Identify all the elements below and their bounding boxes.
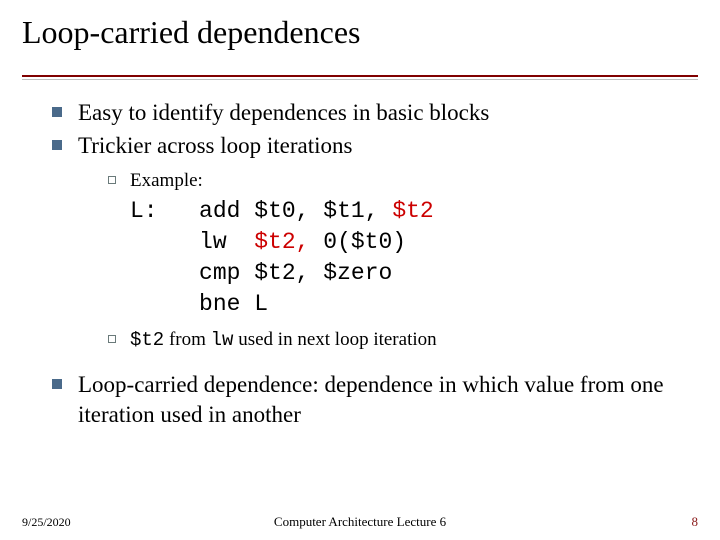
- footer-title: Computer Architecture Lecture 6: [22, 514, 698, 530]
- code-op: lw: [199, 229, 227, 255]
- sub-bullet-icon: [108, 176, 116, 184]
- title-rule: [22, 75, 698, 77]
- bullet-icon: [52, 379, 62, 389]
- code-arg: $t2,: [254, 260, 309, 286]
- bullet-text: Easy to identify dependences in basic bl…: [78, 98, 489, 127]
- code-arg: L: [254, 291, 268, 317]
- sub-bullet-item: Example:: [108, 169, 698, 194]
- sub-bullet-text: Example:: [130, 169, 203, 194]
- footer-date: 9/25/2020: [22, 515, 71, 530]
- code-arg-highlight: $t2,: [254, 229, 309, 255]
- text: from: [164, 329, 210, 350]
- code-op: add: [199, 198, 240, 224]
- bullet-item: Loop-carried dependence: dependence in w…: [52, 370, 698, 429]
- title-rule-shadow: [22, 79, 698, 80]
- code-label: L:: [130, 198, 158, 224]
- code-op: bne: [199, 291, 240, 317]
- text: used in next loop iteration: [233, 329, 436, 350]
- code-arg: 0($t0): [323, 229, 406, 255]
- sub-bullet-text: $t2 from lw used in next loop iteration: [130, 328, 437, 353]
- bullet-icon: [52, 140, 62, 150]
- sub-bullet-icon: [108, 335, 116, 343]
- slide-title: Loop-carried dependences: [22, 14, 698, 57]
- code-arg: $t1,: [323, 198, 378, 224]
- code-arg-highlight: $t2: [392, 198, 433, 224]
- code-block: L: add $t0, $t1, $t2 lw $t2, 0($t0) cmp …: [130, 196, 698, 320]
- code-arg: $zero: [323, 260, 392, 286]
- code-arg: $t0,: [254, 198, 309, 224]
- code-inline: $t2: [130, 329, 164, 351]
- footer-page-number: 8: [692, 514, 699, 530]
- bullet-text: Trickier across loop iterations: [78, 131, 352, 160]
- footer: 9/25/2020 Computer Architecture Lecture …: [22, 514, 698, 530]
- bullet-item: Trickier across loop iterations: [52, 131, 698, 160]
- code-op: cmp: [199, 260, 240, 286]
- code-inline: lw: [211, 329, 234, 351]
- bullet-icon: [52, 107, 62, 117]
- sub-bullet-item: $t2 from lw used in next loop iteration: [108, 328, 698, 353]
- bullet-item: Easy to identify dependences in basic bl…: [52, 98, 698, 127]
- bullet-text: Loop-carried dependence: dependence in w…: [78, 370, 698, 429]
